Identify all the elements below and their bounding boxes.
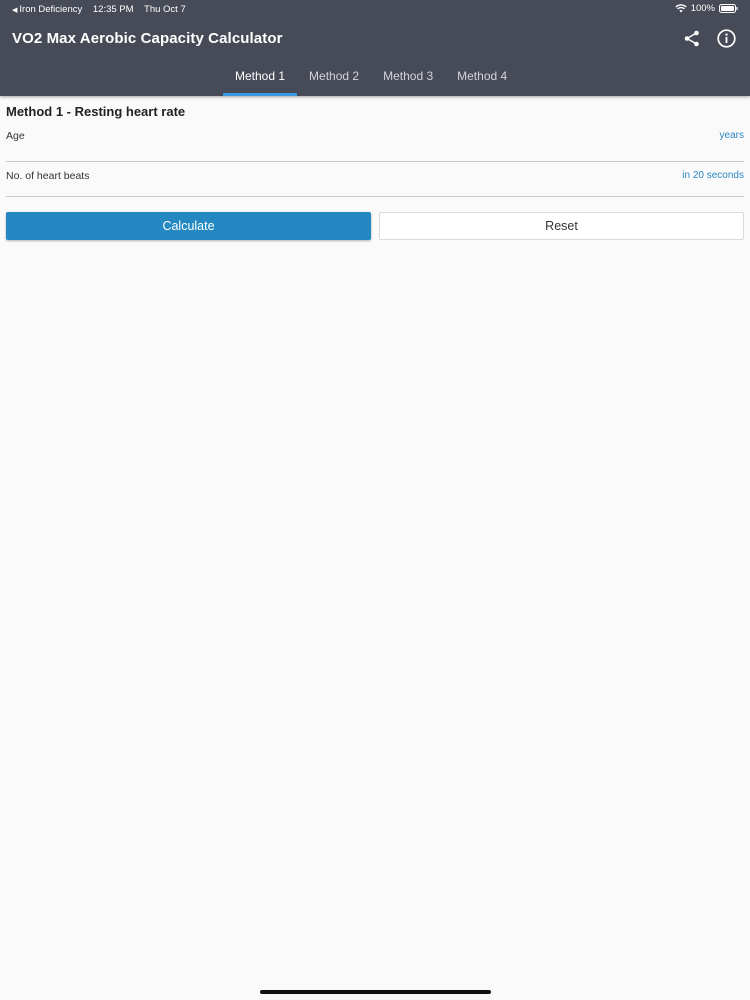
wifi-icon (675, 4, 687, 13)
status-bar: ◀ Iron Deficiency 12:35 PM Thu Oct 7 100% (0, 0, 750, 18)
header-actions (682, 28, 736, 48)
info-icon[interactable] (716, 28, 736, 48)
heart-beats-input[interactable] (156, 166, 664, 190)
calculator-form: Method 1 - Resting heart rate Age years … (6, 96, 744, 240)
home-indicator[interactable] (260, 990, 491, 994)
battery-percent: 100% (690, 3, 715, 14)
status-left: ◀ Iron Deficiency 12:35 PM Thu Oct 7 (12, 4, 194, 15)
age-label: Age (6, 130, 25, 142)
status-time: 12:35 PM (92, 4, 134, 15)
app-header: ◀ Iron Deficiency 12:35 PM Thu Oct 7 100% (0, 0, 750, 96)
status-right: 100% (675, 3, 738, 14)
action-buttons: Calculate Reset (6, 212, 744, 240)
age-field-row[interactable]: Age years (6, 124, 744, 162)
reset-button[interactable]: Reset (379, 212, 744, 240)
share-icon[interactable] (682, 28, 702, 48)
status-date: Thu Oct 7 (144, 4, 186, 15)
section-title: Method 1 - Resting heart rate (6, 104, 186, 119)
tab-method-3[interactable]: Method 3 (371, 60, 445, 96)
heart-beats-label: No. of heart beats (6, 170, 90, 182)
tab-method-2[interactable]: Method 2 (297, 60, 371, 96)
age-input[interactable] (156, 128, 664, 152)
heart-beats-unit: in 20 seconds (682, 170, 744, 181)
tab-method-4[interactable]: Method 4 (445, 60, 519, 96)
back-app-link[interactable]: Iron Deficiency (19, 4, 82, 15)
method-tabs: Method 1 Method 2 Method 3 Method 4 (223, 60, 519, 96)
tab-method-1[interactable]: Method 1 (223, 60, 298, 96)
age-unit: years (719, 130, 744, 141)
calculate-button[interactable]: Calculate (6, 212, 371, 240)
back-arrow-icon[interactable]: ◀ (12, 7, 17, 14)
heart-beats-field-row[interactable]: No. of heart beats in 20 seconds (6, 162, 744, 197)
battery-icon (719, 4, 738, 13)
page-title: VO2 Max Aerobic Capacity Calculator (12, 30, 283, 47)
